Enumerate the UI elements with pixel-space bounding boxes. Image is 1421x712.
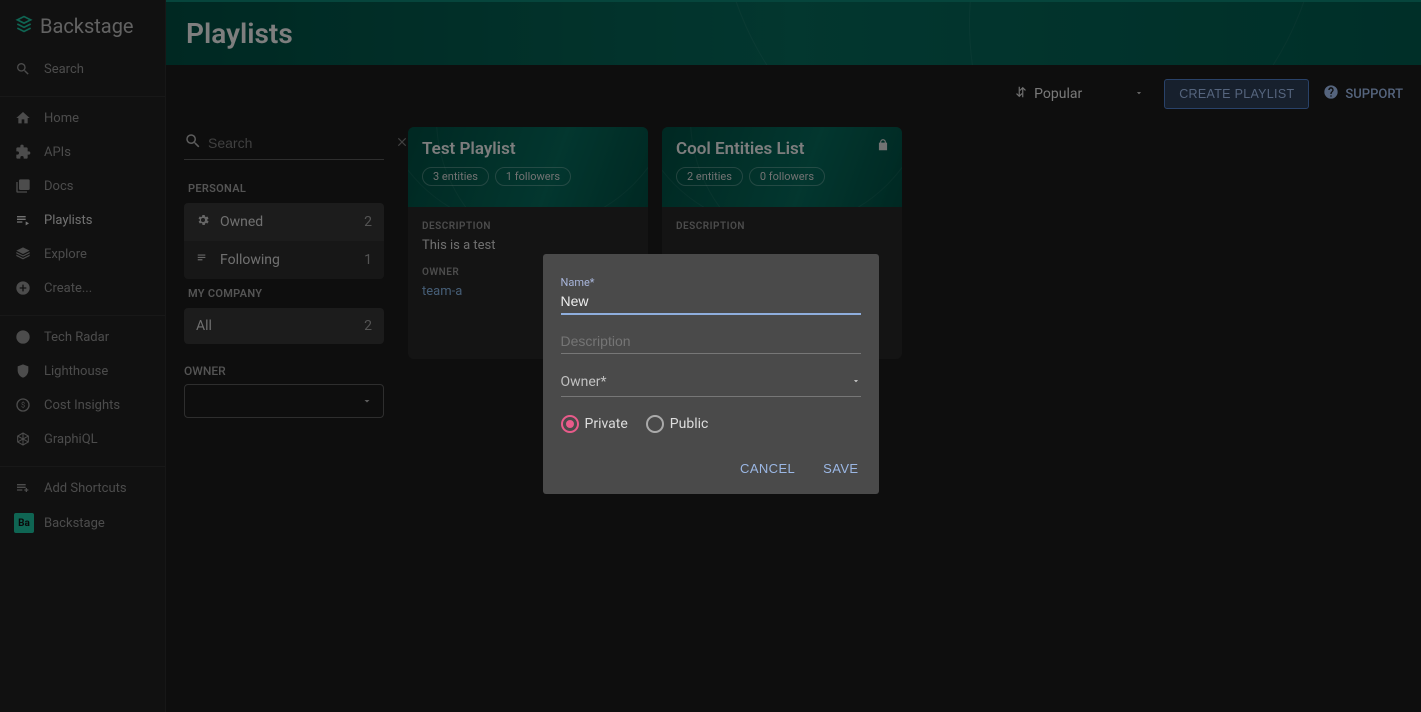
radio-icon [646, 415, 664, 433]
radio-label: Public [670, 416, 709, 432]
save-button[interactable]: SAVE [821, 455, 860, 482]
radio-icon [561, 415, 579, 433]
cancel-button[interactable]: CANCEL [738, 455, 797, 482]
name-input[interactable] [561, 291, 861, 315]
radio-label: Private [585, 416, 628, 432]
description-input[interactable] [561, 331, 861, 354]
owner-select[interactable]: Owner* [561, 370, 861, 397]
chevron-down-icon [851, 374, 861, 390]
radio-private[interactable]: Private [561, 415, 628, 433]
radio-public[interactable]: Public [646, 415, 709, 433]
owner-select-label: Owner* [561, 374, 607, 390]
name-label: Name* [561, 276, 861, 289]
modal-overlay[interactable]: Name* Owner* Private Public CANCEL SAVE [0, 0, 1421, 712]
create-playlist-dialog: Name* Owner* Private Public CANCEL SAVE [543, 254, 879, 494]
